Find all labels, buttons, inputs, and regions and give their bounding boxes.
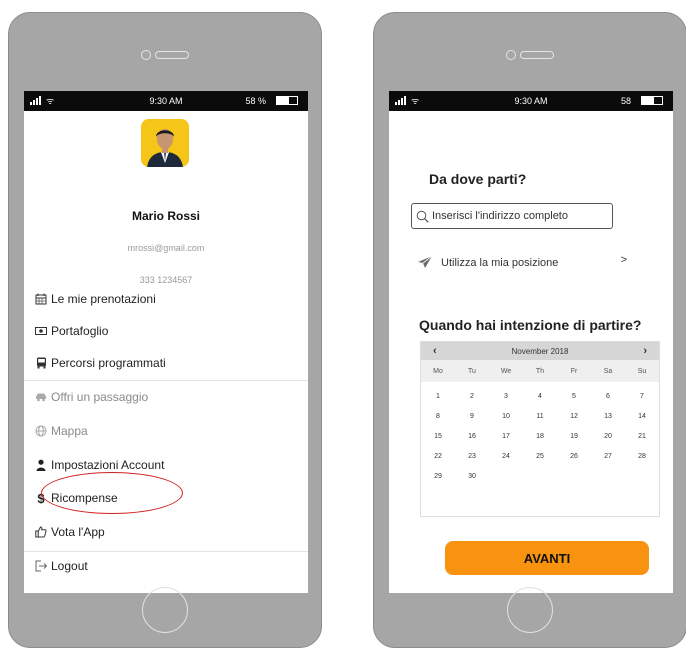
calendar-day[interactable]: 17 bbox=[489, 433, 523, 440]
status-bar: ᯤ 9:30 AM 58 % bbox=[24, 91, 308, 111]
calendar-day[interactable]: 18 bbox=[523, 433, 557, 440]
menu-label: Le mie prenotazioni bbox=[51, 292, 156, 306]
weekday-label: Sa bbox=[603, 367, 613, 375]
divider bbox=[24, 380, 308, 381]
battery-icon bbox=[276, 96, 298, 105]
highlight-circle bbox=[41, 472, 183, 514]
menu-label: Offri un passaggio bbox=[51, 390, 149, 404]
weekday-label: Th bbox=[535, 367, 545, 375]
weekday-label: Su bbox=[637, 367, 647, 375]
calendar-day[interactable]: 27 bbox=[591, 453, 625, 460]
calendar-day[interactable]: 30 bbox=[455, 473, 489, 480]
calendar-day[interactable]: 16 bbox=[455, 433, 489, 440]
home-button[interactable] bbox=[507, 587, 553, 633]
calendar-day[interactable]: 24 bbox=[489, 453, 523, 460]
calendar-day[interactable]: 4 bbox=[523, 393, 557, 400]
address-search-input[interactable]: Inserisci l'indirizzo completo bbox=[411, 203, 613, 229]
wallet-icon bbox=[34, 324, 48, 338]
calendar-day[interactable]: 12 bbox=[557, 413, 591, 420]
menu-item-offer-ride[interactable]: Offri un passaggio bbox=[34, 387, 148, 407]
profile-phone: 333 1234567 bbox=[139, 275, 193, 285]
calendar-day[interactable]: 13 bbox=[591, 413, 625, 420]
next-button[interactable]: AVANTI bbox=[445, 541, 649, 575]
calendar-day[interactable]: 1 bbox=[421, 393, 455, 400]
calendar-day[interactable]: 29 bbox=[421, 473, 455, 480]
menu-screen: ᯤ 9:30 AM 58 % Mario Rossi mrossi@gmail.… bbox=[24, 91, 308, 593]
use-my-location-label: Utilizza la mia posizione bbox=[441, 257, 559, 269]
home-button[interactable] bbox=[142, 587, 188, 633]
speaker bbox=[141, 49, 189, 61]
chevron-right-icon: > bbox=[620, 254, 627, 266]
calendar-day[interactable]: 6 bbox=[591, 393, 625, 400]
calendar-day[interactable]: 25 bbox=[523, 453, 557, 460]
calendar-day[interactable]: 8 bbox=[421, 413, 455, 420]
menu-label: Logout bbox=[51, 559, 88, 573]
calendar-day[interactable]: 3 bbox=[489, 393, 523, 400]
calendar-days: 1 2 3 4 5 6 7 8 9 10 11 12 13 14 15 16 17 18 19 20 21 22 23 24 2… bbox=[421, 382, 659, 486]
menu-label: Mappa bbox=[51, 424, 88, 438]
menu-item-bookings[interactable]: Le mie prenotazioni bbox=[34, 289, 156, 309]
status-bar: ᯤ 9:30 AM 58 bbox=[389, 91, 673, 111]
calendar: ‹ November 2018 › Mo Tu We Th Fr Sa Su 1234567… bbox=[420, 341, 660, 517]
calendar-day[interactable]: 11 bbox=[523, 413, 557, 420]
menu-label: Impostazioni Account bbox=[51, 458, 165, 472]
battery-text: 58 bbox=[620, 96, 631, 106]
thumbs-up-icon bbox=[34, 525, 48, 539]
calendar-day[interactable]: 5 bbox=[557, 393, 591, 400]
weekday-label: We bbox=[500, 367, 512, 375]
menu-label: Vota l'App bbox=[51, 525, 105, 539]
phone-right: ᯤ 9:30 AM 58 Da dove parti? Inserisci l'… bbox=[373, 12, 686, 648]
paper-plane-icon bbox=[417, 255, 433, 272]
search-placeholder: Inserisci l'indirizzo completo bbox=[432, 210, 568, 222]
calendar-day[interactable]: 22 bbox=[421, 453, 455, 460]
calendar-day[interactable]: 2 bbox=[455, 393, 489, 400]
prev-month-button[interactable]: ‹ bbox=[433, 345, 437, 357]
menu-item-wallet[interactable]: Portafoglio bbox=[34, 321, 108, 341]
globe-icon bbox=[34, 424, 48, 438]
battery-icon bbox=[641, 96, 663, 105]
use-my-location-row[interactable]: Utilizza la mia posizione > bbox=[417, 254, 627, 272]
calendar-month: November 2018 bbox=[511, 346, 569, 356]
calendar-header: ‹ November 2018 › bbox=[421, 342, 659, 360]
menu-item-map[interactable]: Mappa bbox=[34, 421, 88, 441]
next-month-button[interactable]: › bbox=[643, 345, 647, 357]
avatar[interactable] bbox=[141, 119, 189, 167]
menu-item-scheduled-routes[interactable]: Percorsi programmati bbox=[34, 353, 166, 373]
question-when-title: Quando hai intenzione di partire? bbox=[419, 317, 642, 333]
question-from-title: Da dove parti? bbox=[429, 171, 527, 187]
menu-label: Percorsi programmati bbox=[51, 356, 166, 370]
calendar-weekdays: Mo Tu We Th Fr Sa Su bbox=[421, 360, 659, 382]
menu-item-logout[interactable]: Logout bbox=[34, 556, 88, 576]
phone-left: ᯤ 9:30 AM 58 % Mario Rossi mrossi@gmail.… bbox=[8, 12, 322, 648]
menu-label: Portafoglio bbox=[51, 324, 109, 338]
calendar-day[interactable]: 10 bbox=[489, 413, 523, 420]
search-icon bbox=[412, 210, 432, 223]
menu-item-rate-app[interactable]: Vota l'App bbox=[34, 522, 105, 542]
calendar-day[interactable]: 14 bbox=[625, 413, 659, 420]
user-icon bbox=[34, 458, 48, 472]
weekday-label: Tu bbox=[468, 367, 476, 375]
bus-icon bbox=[34, 356, 48, 370]
calendar-day[interactable]: 15 bbox=[421, 433, 455, 440]
calendar-day[interactable]: 26 bbox=[557, 453, 591, 460]
battery-text: 58 % bbox=[245, 96, 266, 106]
calendar-day[interactable]: 20 bbox=[591, 433, 625, 440]
speaker bbox=[506, 49, 554, 61]
logout-icon bbox=[34, 559, 48, 573]
weekday-label: Mo bbox=[433, 367, 443, 375]
calendar-day[interactable]: 19 bbox=[557, 433, 591, 440]
calendar-day[interactable]: 28 bbox=[625, 453, 659, 460]
divider bbox=[24, 551, 308, 552]
trip-screen: ᯤ 9:30 AM 58 Da dove parti? Inserisci l'… bbox=[389, 91, 673, 593]
calendar-icon bbox=[34, 292, 48, 306]
car-icon bbox=[34, 390, 48, 404]
calendar-day[interactable]: 21 bbox=[625, 433, 659, 440]
calendar-day[interactable]: 7 bbox=[625, 393, 659, 400]
profile-email: mrossi@gmail.com bbox=[127, 243, 205, 253]
calendar-day[interactable]: 9 bbox=[455, 413, 489, 420]
calendar-day[interactable]: 23 bbox=[455, 453, 489, 460]
weekday-label: Fr bbox=[570, 367, 578, 375]
profile-name: Mario Rossi bbox=[131, 209, 200, 223]
